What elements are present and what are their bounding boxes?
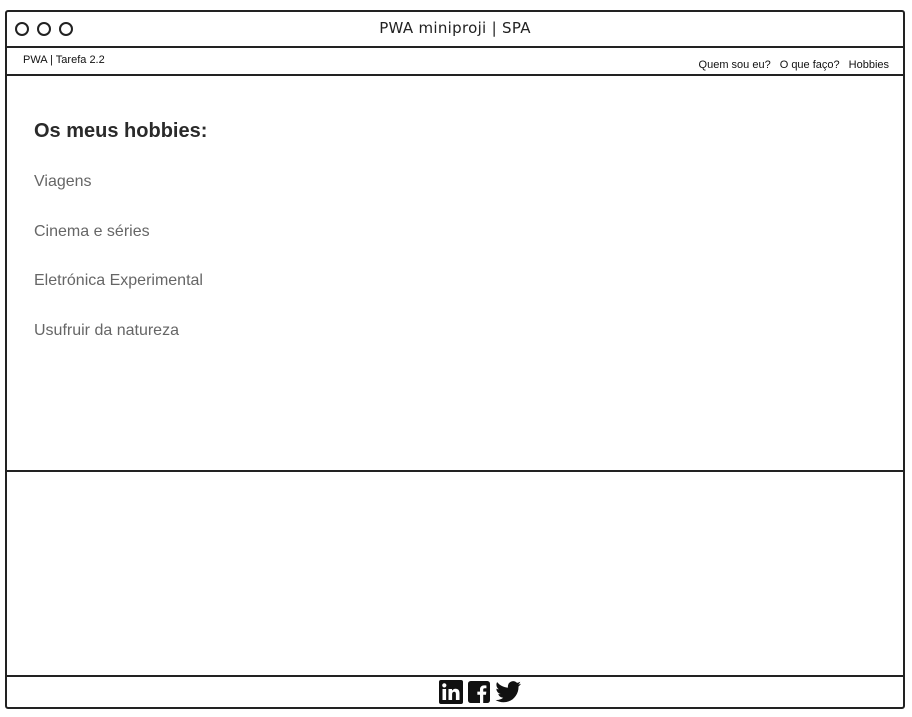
nav-links: Quem sou eu? O que faço? Hobbies	[699, 59, 889, 71]
list-item: Eletrónica Experimental	[34, 272, 203, 289]
brand-link[interactable]: PWA | Tarefa 2.2	[23, 54, 105, 66]
nav-link-hobbies[interactable]: Hobbies	[849, 59, 889, 71]
footer	[7, 675, 903, 707]
facebook-icon[interactable]	[468, 681, 490, 703]
twitter-icon[interactable]	[495, 681, 521, 703]
social-links	[439, 680, 521, 704]
navbar: PWA | Tarefa 2.2 Quem sou eu? O que faço…	[7, 48, 903, 76]
list-item: Usufruir da natureza	[34, 321, 179, 339]
window-titlebar: PWA miniproji | SPA	[7, 12, 903, 48]
window-title: PWA miniproji | SPA	[379, 19, 531, 37]
list-item: Viagens	[34, 173, 92, 190]
hobbies-section: Os meus hobbies: Viagens Cinema e séries…	[7, 76, 903, 472]
list-item: Cinema e séries	[34, 222, 150, 240]
browser-window: PWA miniproji | SPA PWA | Tarefa 2.2 Que…	[5, 10, 905, 709]
nav-link-o-que-faco[interactable]: O que faço?	[780, 59, 840, 71]
linkedin-icon[interactable]	[439, 680, 463, 704]
nav-link-quem-sou-eu[interactable]: Quem sou eu?	[699, 59, 771, 71]
hobby-list: Viagens Cinema e séries Eletrónica Exper…	[34, 170, 203, 368]
section-title: Os meus hobbies:	[34, 120, 208, 142]
